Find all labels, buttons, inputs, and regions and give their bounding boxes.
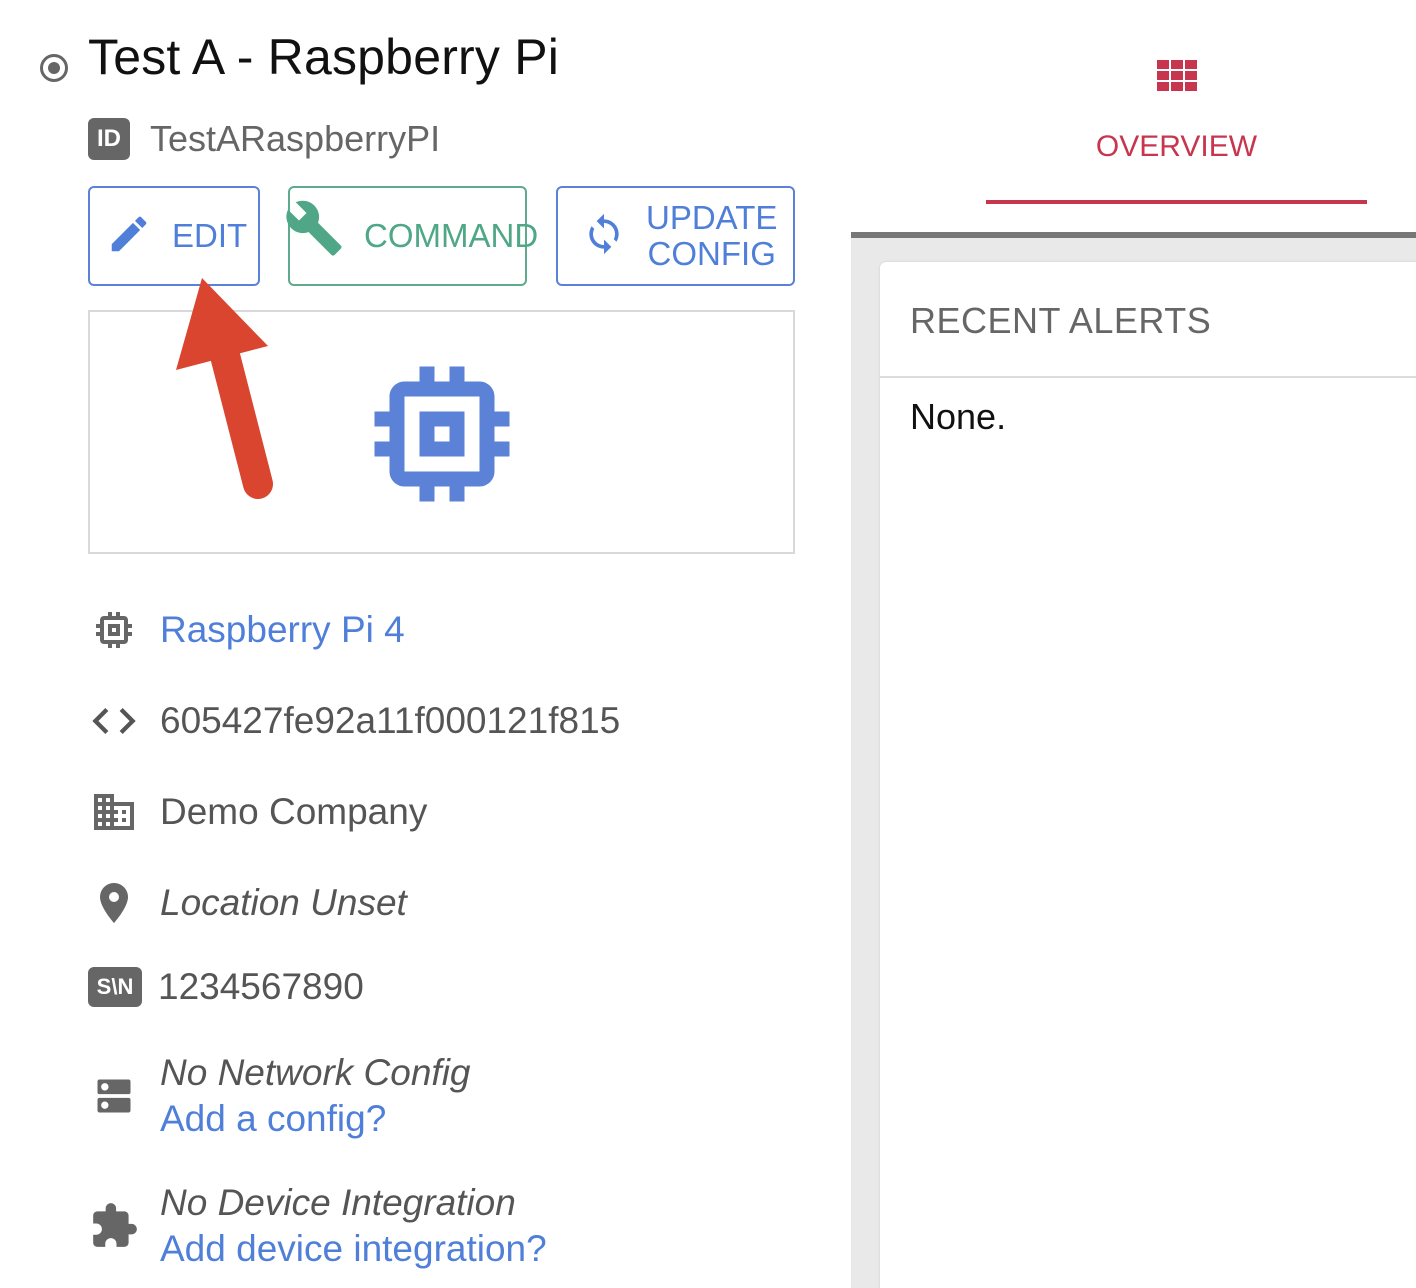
- update-config-label-line2: CONFIG: [647, 235, 776, 272]
- alerts-divider: [880, 376, 1416, 378]
- integration-row: No Device Integration Add device integra…: [88, 1180, 547, 1272]
- device-hash-text: 605427fe92a11f000121f815: [160, 700, 621, 741]
- recent-alerts-card: RECENT ALERTS None.: [880, 262, 1416, 1288]
- device-id-text: TestARaspberryPI: [150, 118, 441, 159]
- network-row: No Network Config Add a config?: [88, 1050, 471, 1142]
- alerts-empty-text: None.: [910, 396, 1007, 437]
- network-status-text: No Network Config: [160, 1052, 471, 1093]
- wrench-icon: [284, 198, 344, 263]
- device-page: Test A - Raspberry Pi ID TestARaspberryP…: [0, 0, 1416, 1288]
- integration-info: No Device Integration Add device integra…: [160, 1180, 547, 1272]
- server-icon: [88, 1070, 140, 1122]
- pencil-icon: [106, 211, 152, 262]
- update-config-button[interactable]: UPDATE CONFIG: [556, 186, 795, 286]
- tab-overview-label: OVERVIEW: [1095, 130, 1258, 163]
- chip-large-icon: [374, 366, 510, 502]
- add-integration-link[interactable]: Add device integration?: [160, 1226, 547, 1272]
- model-link[interactable]: Raspberry Pi 4: [160, 609, 405, 651]
- edit-button[interactable]: EDIT: [88, 186, 260, 286]
- company-row: Demo Company: [88, 786, 427, 838]
- location-pin-icon: [88, 877, 140, 929]
- add-config-link[interactable]: Add a config?: [160, 1096, 471, 1142]
- recent-alerts-title: RECENT ALERTS: [910, 300, 1212, 341]
- serial-row: S\N 1234567890: [88, 966, 364, 1008]
- update-config-label: UPDATE CONFIG: [646, 200, 777, 272]
- grid-icon: [1157, 60, 1197, 91]
- puzzle-icon: [88, 1200, 140, 1252]
- hash-row: 605427fe92a11f000121f815: [88, 695, 620, 747]
- command-button-label: COMMAND: [364, 217, 539, 254]
- device-title: Test A - Raspberry Pi: [88, 29, 560, 85]
- annotation-arrow-icon: [176, 278, 273, 499]
- company-text: Demo Company: [160, 791, 428, 832]
- tab-overview[interactable]: OVERVIEW: [986, 50, 1367, 206]
- serial-number-icon: S\N: [88, 967, 142, 1007]
- network-info: No Network Config Add a config?: [160, 1050, 471, 1142]
- building-icon: [88, 786, 140, 838]
- tab-active-indicator: [986, 200, 1367, 204]
- integration-status-text: No Device Integration: [160, 1182, 516, 1223]
- code-icon: [88, 695, 140, 747]
- chip-icon: [88, 604, 140, 656]
- status-indicator-icon: [40, 54, 68, 82]
- sync-icon: [582, 210, 626, 263]
- command-button[interactable]: COMMAND: [286, 186, 538, 286]
- id-badge-icon: ID: [88, 118, 130, 160]
- edit-button-label: EDIT: [172, 217, 248, 254]
- location-text: Location Unset: [160, 882, 407, 923]
- location-row: Location Unset: [88, 877, 407, 929]
- serial-number-text: 1234567890: [158, 966, 364, 1007]
- model-row: Raspberry Pi 4: [88, 604, 405, 656]
- update-config-label-line1: UPDATE: [646, 199, 778, 236]
- device-id-row: ID TestARaspberryPI: [88, 117, 440, 161]
